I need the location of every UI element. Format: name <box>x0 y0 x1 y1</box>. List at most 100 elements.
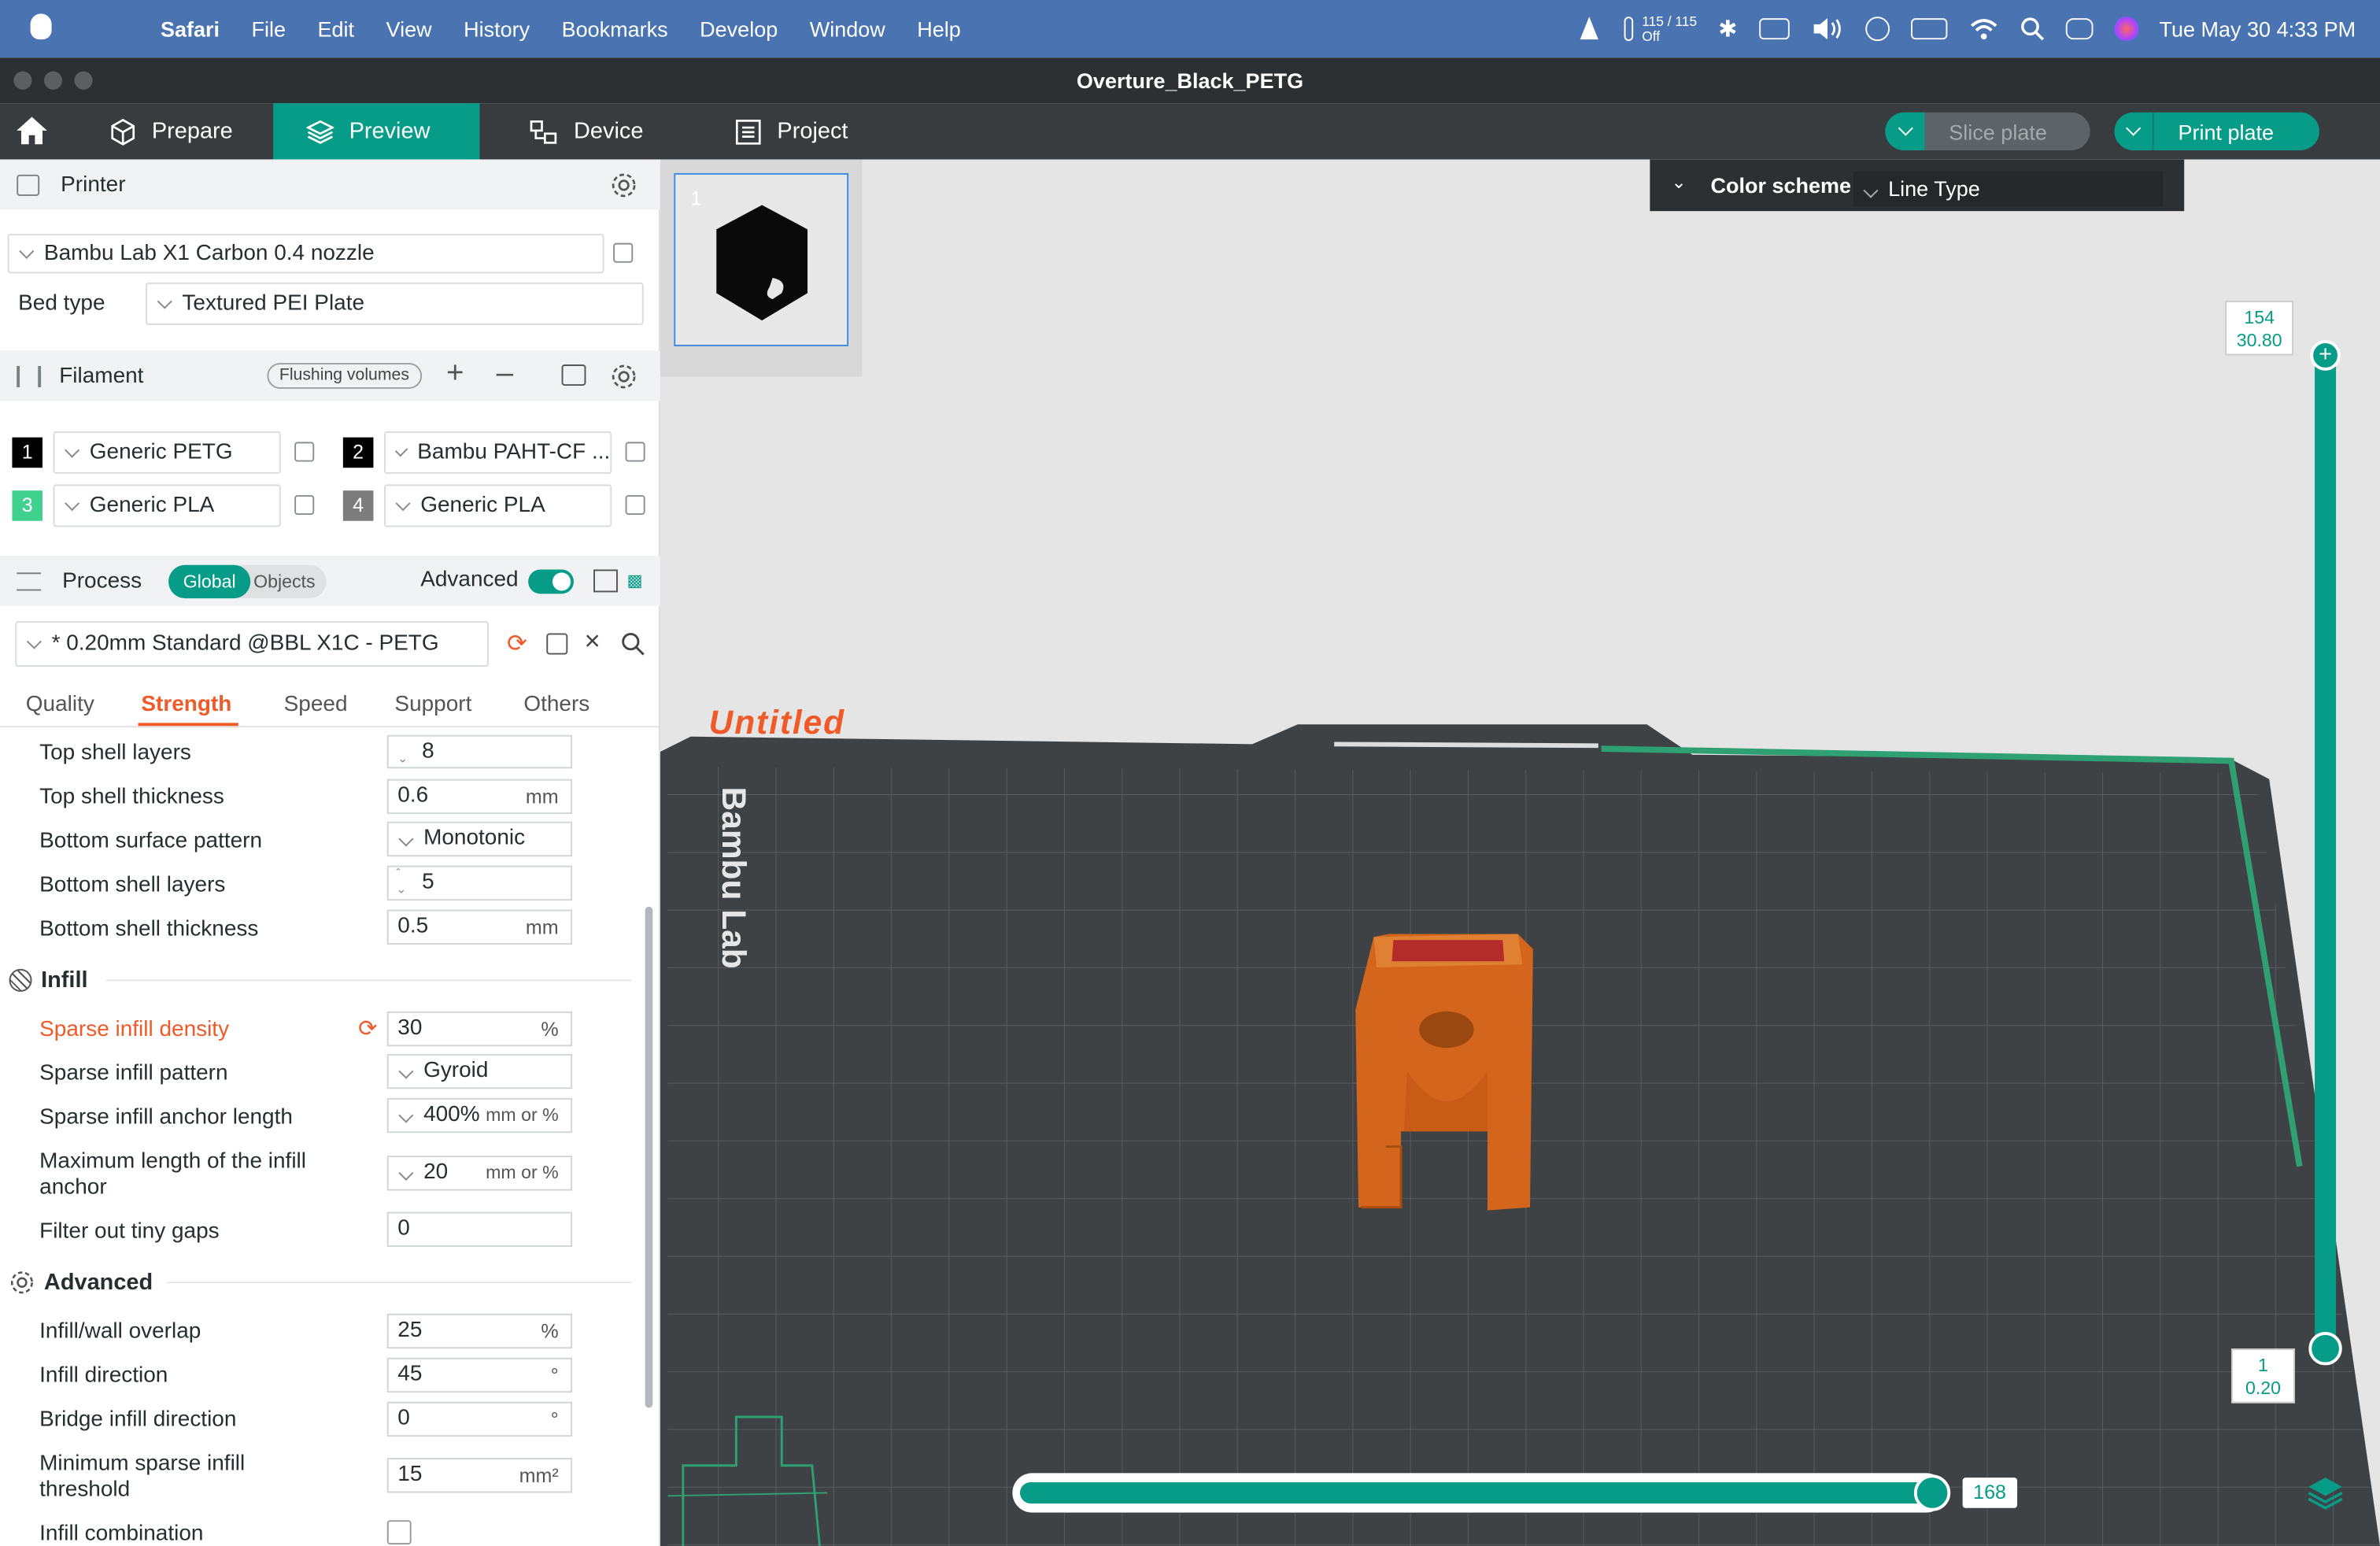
max-anchor-select[interactable]: 20 mm or % <box>386 1156 573 1191</box>
filament-settings-gear-icon[interactable] <box>610 363 638 390</box>
filament-slot-4-select[interactable]: Generic PLA <box>383 484 612 527</box>
process-preset-select[interactable]: * 0.20mm Standard @BBL X1C - PETG <box>15 621 489 667</box>
edit-printer-icon[interactable] <box>613 242 634 263</box>
print-dropdown-toggle[interactable] <box>2114 112 2154 150</box>
reset-density-icon[interactable]: ⟳ <box>358 1015 377 1042</box>
filament-slot-1-number[interactable]: 1 <box>12 437 42 468</box>
menu-bookmarks[interactable]: Bookmarks <box>562 17 668 41</box>
infill-direction-input[interactable]: 45 ° <box>386 1357 573 1393</box>
home-icon[interactable] <box>15 116 48 146</box>
layers-view-icon[interactable] <box>2305 1474 2345 1511</box>
tab-support[interactable]: Support <box>394 693 471 717</box>
layer-slider-track[interactable] <box>2315 353 2337 1351</box>
reset-preset-icon[interactable]: ⟳ <box>507 629 527 660</box>
move-slider-track[interactable] <box>1012 1473 1946 1513</box>
vlc-cone-icon[interactable] <box>1575 15 1602 43</box>
remove-filament-icon[interactable]: – <box>497 357 513 391</box>
global-objects-toggle[interactable]: Global Objects <box>168 564 327 599</box>
menu-view[interactable]: View <box>386 17 432 41</box>
top-shell-thickness-input[interactable]: 0.6 mm <box>386 779 573 815</box>
compare-presets-icon[interactable] <box>593 569 618 593</box>
global-option[interactable]: Global <box>168 564 251 599</box>
control-center-icon[interactable] <box>2064 18 2093 40</box>
edit-filament-3-icon[interactable] <box>294 494 315 516</box>
menu-help[interactable]: Help <box>917 17 961 41</box>
menu-safari[interactable]: Safari <box>161 17 220 41</box>
settings-scrollbar[interactable] <box>645 906 653 1408</box>
delete-preset-icon[interactable]: × <box>584 626 600 658</box>
device-icon <box>530 120 557 143</box>
filament-slot-2-select[interactable]: Bambu PAHT-CF ... <box>383 431 612 474</box>
bed-type-select[interactable]: Textured PEI Plate <box>146 282 644 325</box>
object-tree-icon[interactable]: ▩ <box>626 571 642 590</box>
edit-filament-4-icon[interactable] <box>625 494 645 516</box>
slice-plate-button[interactable]: Slice plate <box>1885 112 2090 150</box>
save-preset-icon[interactable] <box>546 633 568 655</box>
tab-preview[interactable]: Preview <box>273 103 480 160</box>
volume-icon[interactable] <box>1810 17 1843 41</box>
filament-section-header: Filament Flushing volumes + – <box>0 350 660 401</box>
chevron-down-icon <box>398 831 414 847</box>
ams-sync-icon[interactable] <box>561 364 586 386</box>
edit-filament-1-icon[interactable] <box>294 442 315 462</box>
filament-slot-3-select[interactable]: Generic PLA <box>53 484 281 527</box>
sparse-infill-pattern-select[interactable]: Gyroid <box>386 1053 573 1089</box>
sparse-infill-density-input[interactable]: 30% <box>386 1011 573 1047</box>
tab-device[interactable]: Device <box>495 103 701 159</box>
3d-viewport[interactable]: 1 ⌄ Color scheme Line Type Untitled Bamb… <box>660 159 2380 1546</box>
infill-combination-checkbox[interactable] <box>386 1520 412 1545</box>
thermometer-icon[interactable] <box>1624 17 1633 42</box>
infill-wall-overlap-input[interactable]: 25% <box>386 1313 573 1349</box>
bottom-shell-layers-input[interactable]: ˆ ⌄ 5 <box>386 865 573 901</box>
filter-gaps-input[interactable]: 0 <box>386 1211 573 1247</box>
edit-filament-2-icon[interactable] <box>625 442 645 462</box>
tab-strength[interactable]: Strength <box>141 693 231 717</box>
battery-status-text[interactable]: 115 / 115 Off <box>1642 13 1697 44</box>
printer-select[interactable]: Bambu Lab X1 Carbon 0.4 nozzle <box>7 234 604 274</box>
print-plate-button[interactable]: Print plate <box>2114 112 2319 150</box>
bridge-direction-input[interactable]: 0 ° <box>386 1401 573 1437</box>
filament-slot-2-number[interactable]: 2 <box>342 437 374 468</box>
minimize-window-button[interactable] <box>43 71 63 90</box>
anchor-length-select[interactable]: 400% mm or % <box>386 1097 573 1134</box>
printer-settings-gear-icon[interactable] <box>610 172 638 199</box>
zoom-window-button[interactable] <box>74 71 93 90</box>
tab-prepare[interactable]: Prepare <box>76 103 273 159</box>
search-settings-icon[interactable] <box>621 632 645 656</box>
top-shell-layers-input[interactable]: ⌄ 8 <box>386 734 573 769</box>
objects-option[interactable]: Objects <box>253 565 315 598</box>
menu-develop[interactable]: Develop <box>700 17 778 41</box>
user-icon[interactable] <box>1864 17 1890 42</box>
apple-logo-icon[interactable] <box>30 13 52 40</box>
tab-quality[interactable]: Quality <box>26 693 94 717</box>
filament-slot-4-number[interactable]: 4 <box>342 490 374 521</box>
menu-file[interactable]: File <box>252 17 286 41</box>
layer-top-handle[interactable]: + <box>2310 340 2341 371</box>
layer-bottom-handle[interactable] <box>2308 1331 2342 1366</box>
bottom-surface-pattern-select[interactable]: Monotonic <box>386 821 573 857</box>
tab-project[interactable]: Project <box>701 103 907 159</box>
search-icon[interactable] <box>2020 17 2044 41</box>
bottom-shell-thickness-input[interactable]: 0.5 mm <box>386 909 573 945</box>
stepper-arrows-icon[interactable]: ˆ ⌄ <box>396 867 406 898</box>
battery-icon[interactable] <box>1910 18 1947 40</box>
siri-icon[interactable] <box>2113 17 2138 42</box>
flushing-volumes-button[interactable]: Flushing volumes <box>267 363 422 389</box>
filament-slot-3-number[interactable]: 3 <box>12 490 42 521</box>
move-slider-handle[interactable] <box>1913 1474 1951 1511</box>
memory-icon[interactable] <box>1758 18 1789 40</box>
wifi-icon[interactable] <box>1968 17 1999 41</box>
advanced-toggle-switch[interactable] <box>528 569 574 594</box>
bluetooth-icon[interactable]: ✱ <box>1718 15 1737 43</box>
menu-edit[interactable]: Edit <box>318 17 355 41</box>
tab-speed[interactable]: Speed <box>284 693 348 717</box>
menu-window[interactable]: Window <box>810 17 885 41</box>
min-sparse-input[interactable]: 15 mm² <box>386 1458 573 1493</box>
add-filament-icon[interactable]: + <box>446 357 464 391</box>
menubar-clock[interactable]: Tue May 30 4:33 PM <box>2160 17 2356 41</box>
filament-slot-1-select[interactable]: Generic PETG <box>53 431 281 474</box>
slice-dropdown-toggle[interactable] <box>1885 112 1925 150</box>
tab-others[interactable]: Others <box>523 693 589 717</box>
close-window-button[interactable] <box>13 71 32 90</box>
menu-history[interactable]: History <box>464 17 530 41</box>
